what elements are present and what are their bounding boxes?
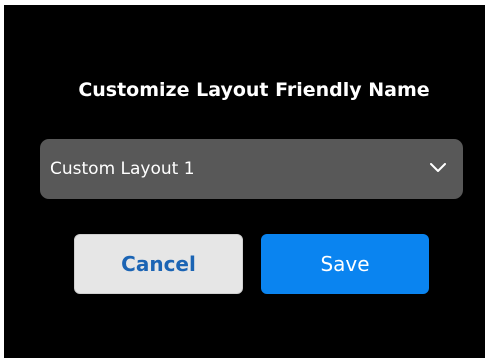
save-button[interactable]: Save <box>261 234 429 294</box>
chevron-down-icon <box>430 163 446 172</box>
layout-name-dropdown[interactable]: Custom Layout 1 <box>40 139 463 199</box>
customize-layout-dialog: Customize Layout Friendly Name Custom La… <box>4 5 485 358</box>
dialog-title: Customize Layout Friendly Name <box>78 79 430 101</box>
cancel-button[interactable]: Cancel <box>74 234 243 294</box>
dropdown-selected-value: Custom Layout 1 <box>50 159 195 179</box>
